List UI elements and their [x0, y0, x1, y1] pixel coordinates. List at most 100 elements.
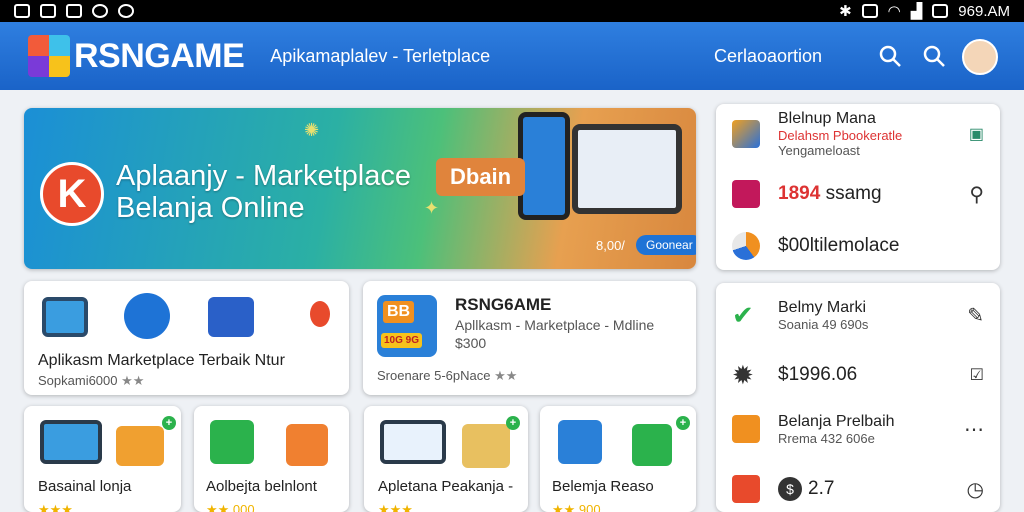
item-subtitle-2: Yengameloast: [778, 143, 860, 158]
item-big-text: 2.7: [808, 478, 835, 499]
clock-icon[interactable]: ◷: [967, 477, 984, 502]
product-icon: [732, 415, 760, 443]
image-icon[interactable]: ▣: [969, 124, 984, 144]
sparkle-icon: ✺: [304, 120, 320, 140]
more-icon[interactable]: ⋯: [964, 417, 984, 442]
app-bar: RSNGAME Apikamaplalev - Terletplace Cerl…: [0, 22, 1024, 90]
dots-icon: [310, 301, 330, 327]
gallery-icon: [40, 4, 56, 18]
list-item[interactable]: ✹ $1996.06 ☑: [732, 355, 998, 395]
rating-stars: ★★: [121, 373, 145, 388]
item-big-text: ssamg: [825, 183, 882, 204]
search-icon[interactable]: ⚲: [969, 182, 984, 207]
product-icon: [732, 120, 760, 148]
product-card[interactable]: + Basainal lonja ★★★: [24, 406, 181, 512]
shopping-cart-icon: [462, 424, 510, 468]
signal-icon: ▟: [910, 3, 923, 20]
gift-icon: [286, 424, 328, 466]
check-icon: ✔: [732, 299, 754, 330]
monitor-icon: [40, 420, 102, 464]
product-card[interactable]: + Belemja Reaso ★★ 900: [540, 406, 696, 512]
card-footer: Sroenare 5-6pNace: [377, 368, 491, 383]
item-subtitle: Soania 49 690s: [778, 316, 869, 332]
card-title: Belemja Reaso: [552, 478, 654, 495]
item-big-number: 1894: [778, 183, 821, 204]
card-title: Apletana Peakanja -: [378, 478, 514, 495]
item-big-text: $1996.06: [778, 364, 858, 385]
app-brand[interactable]: RSNGAME: [74, 37, 245, 76]
brand-icon: [732, 475, 760, 503]
add-icon[interactable]: +: [506, 416, 520, 430]
pen-icon[interactable]: ✎: [967, 303, 984, 328]
item-title: Blelnup Mana: [778, 110, 876, 127]
refresh-icon: [210, 420, 254, 464]
card-title: RSNG6AME: [455, 295, 552, 314]
search-icon[interactable]: [878, 44, 902, 68]
rating-stars: ★★★: [378, 502, 413, 512]
center-link[interactable]: Cerlaoaortion: [714, 46, 822, 67]
promo-banner[interactable]: K Aplaanjy - Marketplace Belanja Online …: [24, 108, 696, 269]
card-title: Aplikasm Marketplace Terbaik Ntur: [38, 352, 285, 369]
user-avatar[interactable]: [962, 39, 998, 75]
feature-card-a[interactable]: Aplikasm Marketplace Terbaik Ntur Sopkam…: [24, 281, 349, 395]
banner-pill-button[interactable]: Goonear: [636, 235, 696, 255]
vibrate-icon: [861, 4, 878, 18]
truck-icon: [116, 426, 164, 466]
rating-stars: ★★★: [38, 502, 73, 512]
banner-title: Aplaanjy - Marketplace: [116, 160, 411, 192]
card-title: Basainal lonja: [38, 478, 132, 495]
app-logo-icon: [28, 35, 70, 77]
banner-logo-icon: K: [40, 162, 104, 226]
gift-icon: [732, 180, 760, 208]
chart-icon: [732, 232, 760, 260]
banner-subtitle: Belanja Online: [116, 192, 305, 224]
card-subtitle: Apllkasm - Marketplace - Mdline: [455, 317, 655, 333]
status-time: 969.AM: [958, 2, 1010, 20]
banner-price: 8,00/: [596, 238, 625, 253]
monitor-icon: [42, 297, 88, 337]
item-subtitle: Delahsm Pbookeratle: [778, 128, 903, 143]
laptop-icon: [380, 420, 446, 464]
chat-icon: [208, 297, 254, 337]
card-title: Aolbejta belnlont: [206, 478, 317, 495]
wifi-icon: ◠: [887, 3, 901, 20]
sparkle-icon: ✦: [424, 198, 440, 218]
app-subtitle: Apikamaplalev - Terletplace: [270, 45, 491, 66]
side-card-top: Blelnup Mana Delahsm Pbookeratle Yengame…: [716, 104, 1000, 270]
item-subtitle: Rrema 432 606e: [778, 430, 875, 446]
currency-icon: $: [778, 477, 802, 501]
list-item[interactable]: ✔ Belmy Marki Soania 49 690s ✎: [732, 295, 998, 335]
list-item[interactable]: Blelnup Mana Delahsm Pbookeratle Yengame…: [732, 110, 998, 158]
hand-icon: [558, 420, 602, 464]
tablet-illustration: [572, 124, 682, 214]
item-title: Belanja Prelbaih: [778, 412, 895, 430]
battery-icon: [932, 4, 949, 18]
status-bar: ✱ ◠ ▟ 969.AM: [0, 0, 1024, 22]
item-title: Belmy Marki: [778, 298, 867, 316]
app-icon: BB 10G 9G: [377, 295, 437, 357]
product-card[interactable]: Aolbejta belnlont ★★ 000: [194, 406, 349, 512]
list-item[interactable]: Belanja Prelbaih Rrema 432 606e ⋯: [732, 409, 998, 449]
search-alt-icon[interactable]: [922, 44, 946, 68]
item-big-text: $00ltilemolace: [778, 235, 900, 256]
bluetooth-icon: ✱: [839, 3, 852, 20]
checkbox-icon[interactable]: ☑: [970, 365, 984, 385]
notification-icon: [14, 4, 30, 18]
rating-stars: ★★ 000: [206, 502, 255, 512]
list-item[interactable]: $ 2.7 ◷: [732, 469, 998, 509]
list-item[interactable]: $00ltilemolace: [732, 226, 998, 266]
banner-tag: Dbain: [436, 158, 526, 196]
rating-stars: ★★ 900: [552, 502, 601, 512]
product-card[interactable]: + Apletana Peakanja - ★★★: [364, 406, 528, 512]
rating-stars: ★★: [494, 368, 518, 383]
side-card-bottom: ✔ Belmy Marki Soania 49 690s ✎ ✹ $1996.0…: [716, 283, 1000, 512]
message-icon: [66, 4, 82, 18]
add-icon[interactable]: +: [162, 416, 176, 430]
add-icon[interactable]: +: [676, 416, 690, 430]
phone-illustration: [518, 112, 570, 220]
gear-icon: [124, 293, 170, 339]
feature-card-b[interactable]: BB 10G 9G RSNG6AME Apllkasm - Marketplac…: [363, 281, 696, 395]
location-icon: [118, 4, 134, 18]
list-item[interactable]: 1894 ssamg ⚲: [732, 174, 998, 214]
badge-icon: ✹: [732, 359, 754, 390]
